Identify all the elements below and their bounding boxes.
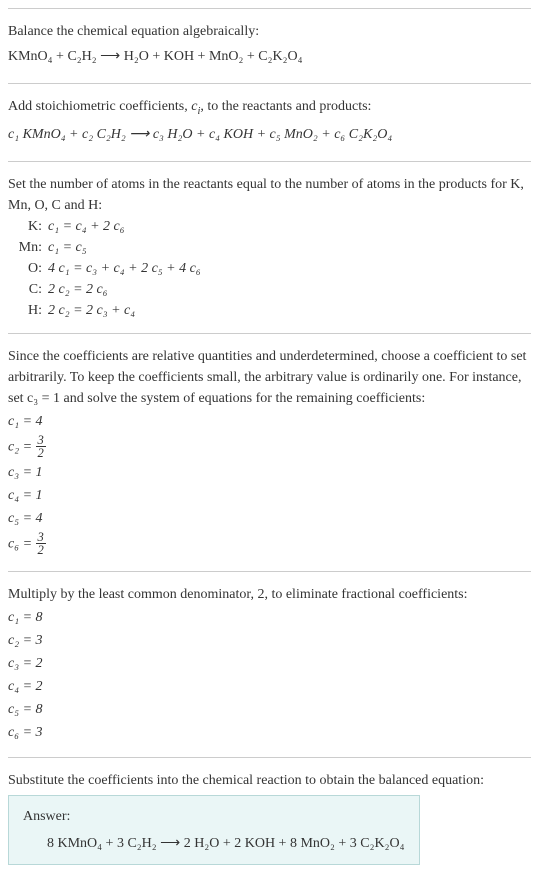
atom-row-mn: Mn: c₁ = c₅ [12,237,531,258]
atom-label: K: [12,216,48,237]
answer-intro: Substitute the coefficients into the che… [8,770,531,791]
atom-label: C: [12,279,48,300]
coef-intro-text-after: , to the reactants and products: [200,99,371,114]
coef-c2: c₂ = 32 [8,434,531,460]
problem-intro: Balance the chemical equation algebraica… [8,21,531,42]
coef-c2-lhs: c₂ = [8,439,36,454]
frac-num: 3 [36,434,46,448]
atom-balance-intro: Set the number of atoms in the reactants… [8,174,531,216]
coef-c6-lhs: c₆ = [8,536,36,551]
section-answer: Substitute the coefficients into the che… [8,757,531,877]
coef-c3: c₃ = 1 [8,462,531,483]
section-atom-balance: Set the number of atoms in the reactants… [8,161,531,333]
section-solve: Since the coefficients are relative quan… [8,333,531,571]
fraction: 32 [36,531,46,557]
section-coefficients: Add stoichiometric coefficients, ci, to … [8,83,531,161]
coef-c5: c₅ = 4 [8,508,531,529]
int-coef-c4: c₄ = 2 [8,676,531,697]
int-coef-c3: c₃ = 2 [8,653,531,674]
atom-label: H: [12,300,48,321]
int-coef-c1: c₁ = 8 [8,607,531,628]
unbalanced-equation: KMnO₄ + C₂H₂ ⟶ H₂O + KOH + MnO₂ + C₂K₂O₄ [8,46,531,67]
atom-equation: c₁ = c₄ + 2 c₆ [48,216,125,237]
multiply-intro: Multiply by the least common denominator… [8,584,531,605]
int-coef-c2: c₂ = 3 [8,630,531,651]
int-coef-c5: c₅ = 8 [8,699,531,720]
atom-equation: c₁ = c₅ [48,237,87,258]
solve-intro: Since the coefficients are relative quan… [8,346,531,409]
fraction: 32 [36,434,46,460]
coef-c6: c₆ = 32 [8,531,531,557]
coef-intro: Add stoichiometric coefficients, ci, to … [8,96,531,120]
frac-num: 3 [36,531,46,545]
balanced-equation: 8 KMnO₄ + 3 C₂H₂ ⟶ 2 H₂O + 2 KOH + 8 MnO… [23,833,405,854]
frac-den: 2 [36,544,46,557]
atom-row-h: H: 2 c₂ = 2 c₃ + c₄ [12,300,531,321]
atom-equation: 2 c₂ = 2 c₃ + c₄ [48,300,135,321]
int-coef-c6: c₆ = 3 [8,722,531,743]
answer-label: Answer: [23,806,405,827]
coef-intro-text-before: Add stoichiometric coefficients, [8,99,191,114]
atom-row-o: O: 4 c₁ = c₃ + c₄ + 2 c₅ + 4 c₆ [12,258,531,279]
atom-label: O: [12,258,48,279]
atom-label: Mn: [12,237,48,258]
atom-equation: 2 c₂ = 2 c₆ [48,279,108,300]
coef-c1: c₁ = 4 [8,411,531,432]
section-multiply: Multiply by the least common denominator… [8,571,531,757]
frac-den: 2 [36,447,46,460]
section-problem: Balance the chemical equation algebraica… [8,8,531,83]
coef-c4: c₄ = 1 [8,485,531,506]
atom-row-c: C: 2 c₂ = 2 c₆ [12,279,531,300]
atom-row-k: K: c₁ = c₄ + 2 c₆ [12,216,531,237]
atom-balance-table: K: c₁ = c₄ + 2 c₆ Mn: c₁ = c₅ O: 4 c₁ = … [12,216,531,321]
symbolic-equation: c₁ KMnO₄ + c₂ C₂H₂ ⟶ c₃ H₂O + c₄ KOH + c… [8,124,531,145]
answer-box: Answer: 8 KMnO₄ + 3 C₂H₂ ⟶ 2 H₂O + 2 KOH… [8,795,420,865]
atom-equation: 4 c₁ = c₃ + c₄ + 2 c₅ + 4 c₆ [48,258,201,279]
